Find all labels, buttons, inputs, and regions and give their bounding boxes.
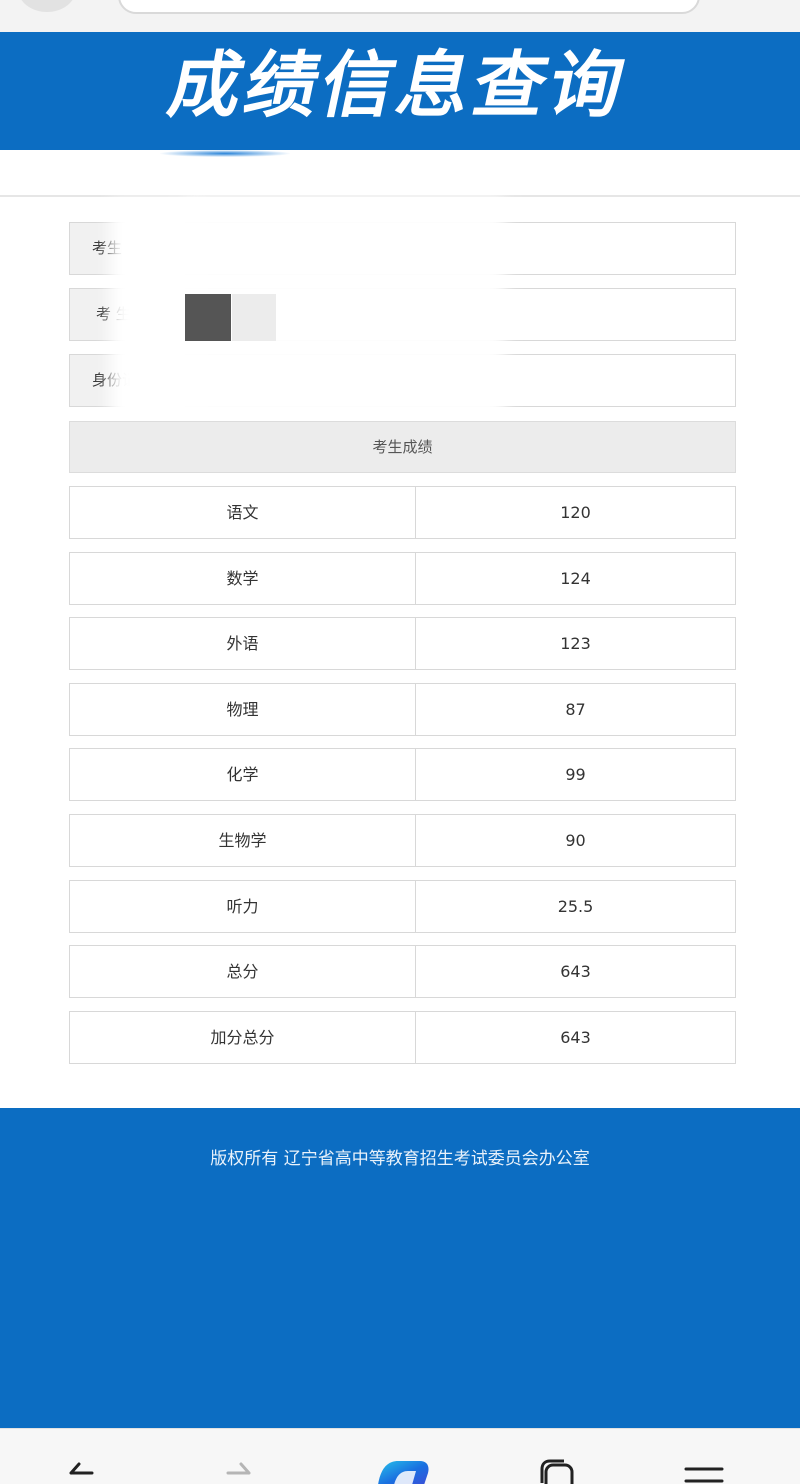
score-subject: 语文 (70, 487, 416, 538)
back-arrow-icon[interactable] (56, 1457, 104, 1484)
score-row: 生物学 90 (69, 814, 736, 867)
score-subject: 物理 (70, 683, 416, 735)
score-value: 123 (560, 634, 591, 654)
score-row: 语文 120 (69, 486, 736, 539)
profile-avatar[interactable] (18, 0, 76, 12)
score-value: 99 (565, 765, 586, 785)
page-footer: 版权所有 辽宁省高中等教育招生考试委员会办公室 (0, 1108, 800, 1428)
score-value: 643 (560, 1027, 591, 1047)
page-banner: 成绩信息查询 (0, 32, 800, 150)
score-row: 听力 25.5 (69, 879, 736, 933)
score-value: 124 (560, 568, 591, 588)
banner-accent (160, 150, 290, 157)
copilot-icon[interactable] (368, 1457, 432, 1484)
score-subject: 外语 (70, 618, 416, 670)
score-row: 物理 87 (69, 682, 736, 736)
menu-icon[interactable] (680, 1457, 728, 1484)
score-subject: 化学 (70, 749, 416, 801)
score-row: 加分总分 643 (69, 1010, 736, 1064)
tabs-icon[interactable] (536, 1457, 584, 1484)
forward-arrow-icon[interactable] (216, 1457, 264, 1484)
score-subject: 加分总分 (70, 1011, 416, 1063)
score-subject: 生物学 (70, 815, 416, 866)
score-value: 25.5 (557, 896, 594, 916)
scores-section-header: 考生成绩 (69, 421, 736, 473)
page-title: 成绩信息查询 (161, 43, 636, 127)
score-row: 数学 124 (69, 551, 736, 605)
score-row: 化学 99 (69, 748, 736, 802)
browser-top-bar (0, 0, 800, 32)
score-value: 120 (560, 503, 591, 522)
score-row: 总分 643 (69, 945, 736, 999)
score-row: 外语 123 (69, 617, 736, 671)
redaction-block (232, 294, 276, 341)
redaction-block (185, 294, 231, 341)
score-subject: 数学 (70, 552, 416, 604)
copyright-text: 版权所有 辽宁省高中等教育招生考试委员会办公室 (210, 1149, 590, 1169)
score-value: 87 (565, 699, 586, 719)
address-bar[interactable] (118, 0, 700, 14)
browser-bottom-nav (0, 1428, 800, 1484)
score-subject: 听力 (70, 880, 416, 932)
score-value: 90 (565, 831, 586, 850)
score-subject: 总分 (70, 946, 416, 998)
score-value: 643 (560, 962, 591, 982)
